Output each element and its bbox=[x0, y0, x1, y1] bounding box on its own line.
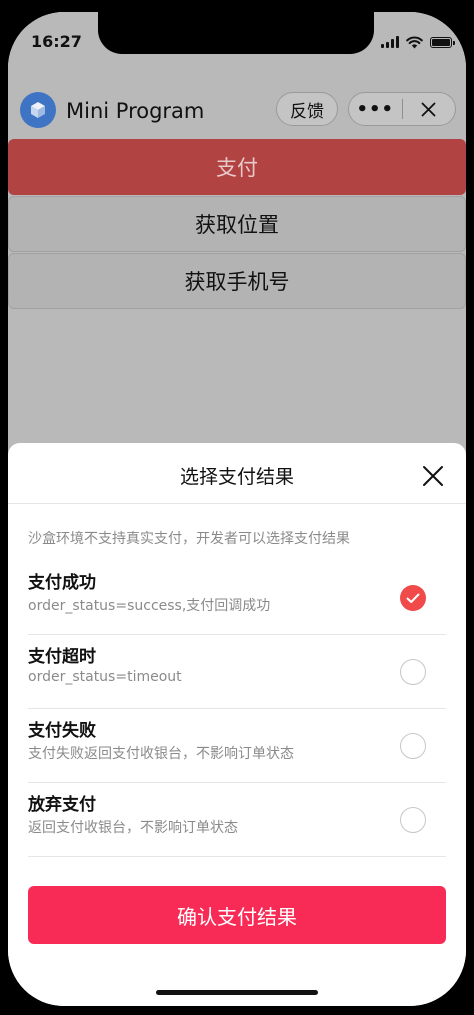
payment-result-sheet: 选择支付结果 沙盒环境不支持真实支付，开发者可以选择支付结果 支付成功 orde… bbox=[8, 443, 466, 1006]
option-payment-abandoned[interactable]: 放弃支付 返回支付收银台，不影响订单状态 bbox=[28, 783, 446, 857]
sheet-close-button[interactable] bbox=[422, 465, 444, 487]
status-bar: 16:27 bbox=[8, 12, 466, 72]
home-indicator[interactable] bbox=[156, 990, 318, 995]
payment-result-options: 支付成功 order_status=success,支付回调成功 支付超时 or… bbox=[28, 561, 446, 857]
option-description: 返回支付收银台，不影响订单状态 bbox=[28, 820, 238, 836]
more-button[interactable]: ••• bbox=[349, 93, 402, 125]
option-payment-success[interactable]: 支付成功 order_status=success,支付回调成功 bbox=[28, 561, 446, 635]
radio-selected[interactable] bbox=[400, 585, 426, 611]
close-icon bbox=[423, 466, 443, 486]
confirm-payment-result-button[interactable]: 确认支付结果 bbox=[28, 886, 446, 944]
option-title: 放弃支付 bbox=[28, 795, 96, 815]
cellular-signal-icon bbox=[381, 36, 399, 48]
sheet-title: 选择支付结果 bbox=[179, 466, 294, 488]
cube-icon bbox=[20, 92, 56, 128]
status-time: 16:27 bbox=[31, 32, 82, 51]
option-payment-failed[interactable]: 支付失败 支付失败返回支付收银台，不影响订单状态 bbox=[28, 709, 446, 783]
notch bbox=[98, 12, 374, 54]
close-icon bbox=[421, 102, 436, 116]
nav-bar: Mini Program 反馈 ••• bbox=[8, 72, 466, 138]
check-icon bbox=[406, 593, 420, 603]
pay-button[interactable]: 支付 bbox=[8, 139, 466, 195]
option-payment-timeout[interactable]: 支付超时 order_status=timeout bbox=[28, 635, 446, 709]
sandbox-hint: 沙盒环境不支持真实支付，开发者可以选择支付结果 bbox=[28, 531, 350, 547]
feedback-button[interactable]: 反馈 bbox=[276, 92, 338, 126]
get-phone-number-button[interactable]: 获取手机号 bbox=[8, 253, 466, 309]
option-description: order_status=success,支付回调成功 bbox=[28, 598, 271, 614]
option-title: 支付成功 bbox=[28, 573, 96, 593]
capsule-menu: ••• bbox=[348, 92, 456, 126]
close-button[interactable] bbox=[402, 93, 455, 125]
status-icons bbox=[381, 34, 455, 50]
radio-unselected[interactable] bbox=[400, 733, 426, 759]
battery-icon bbox=[430, 36, 455, 48]
app-title: Mini Program bbox=[66, 99, 205, 123]
option-title: 支付超时 bbox=[28, 647, 96, 667]
phone-screen: 16:27 Mini Program 反馈 ••• 支付 获取位置 获取手机号 … bbox=[8, 12, 466, 1006]
get-location-button[interactable]: 获取位置 bbox=[8, 196, 466, 252]
radio-unselected[interactable] bbox=[400, 659, 426, 685]
wifi-icon bbox=[406, 35, 423, 48]
option-title: 支付失败 bbox=[28, 721, 96, 741]
option-description: 支付失败返回支付收银台，不影响订单状态 bbox=[28, 746, 294, 762]
radio-unselected[interactable] bbox=[400, 807, 426, 833]
sheet-header: 选择支付结果 bbox=[8, 443, 466, 504]
option-description: order_status=timeout bbox=[28, 669, 182, 685]
